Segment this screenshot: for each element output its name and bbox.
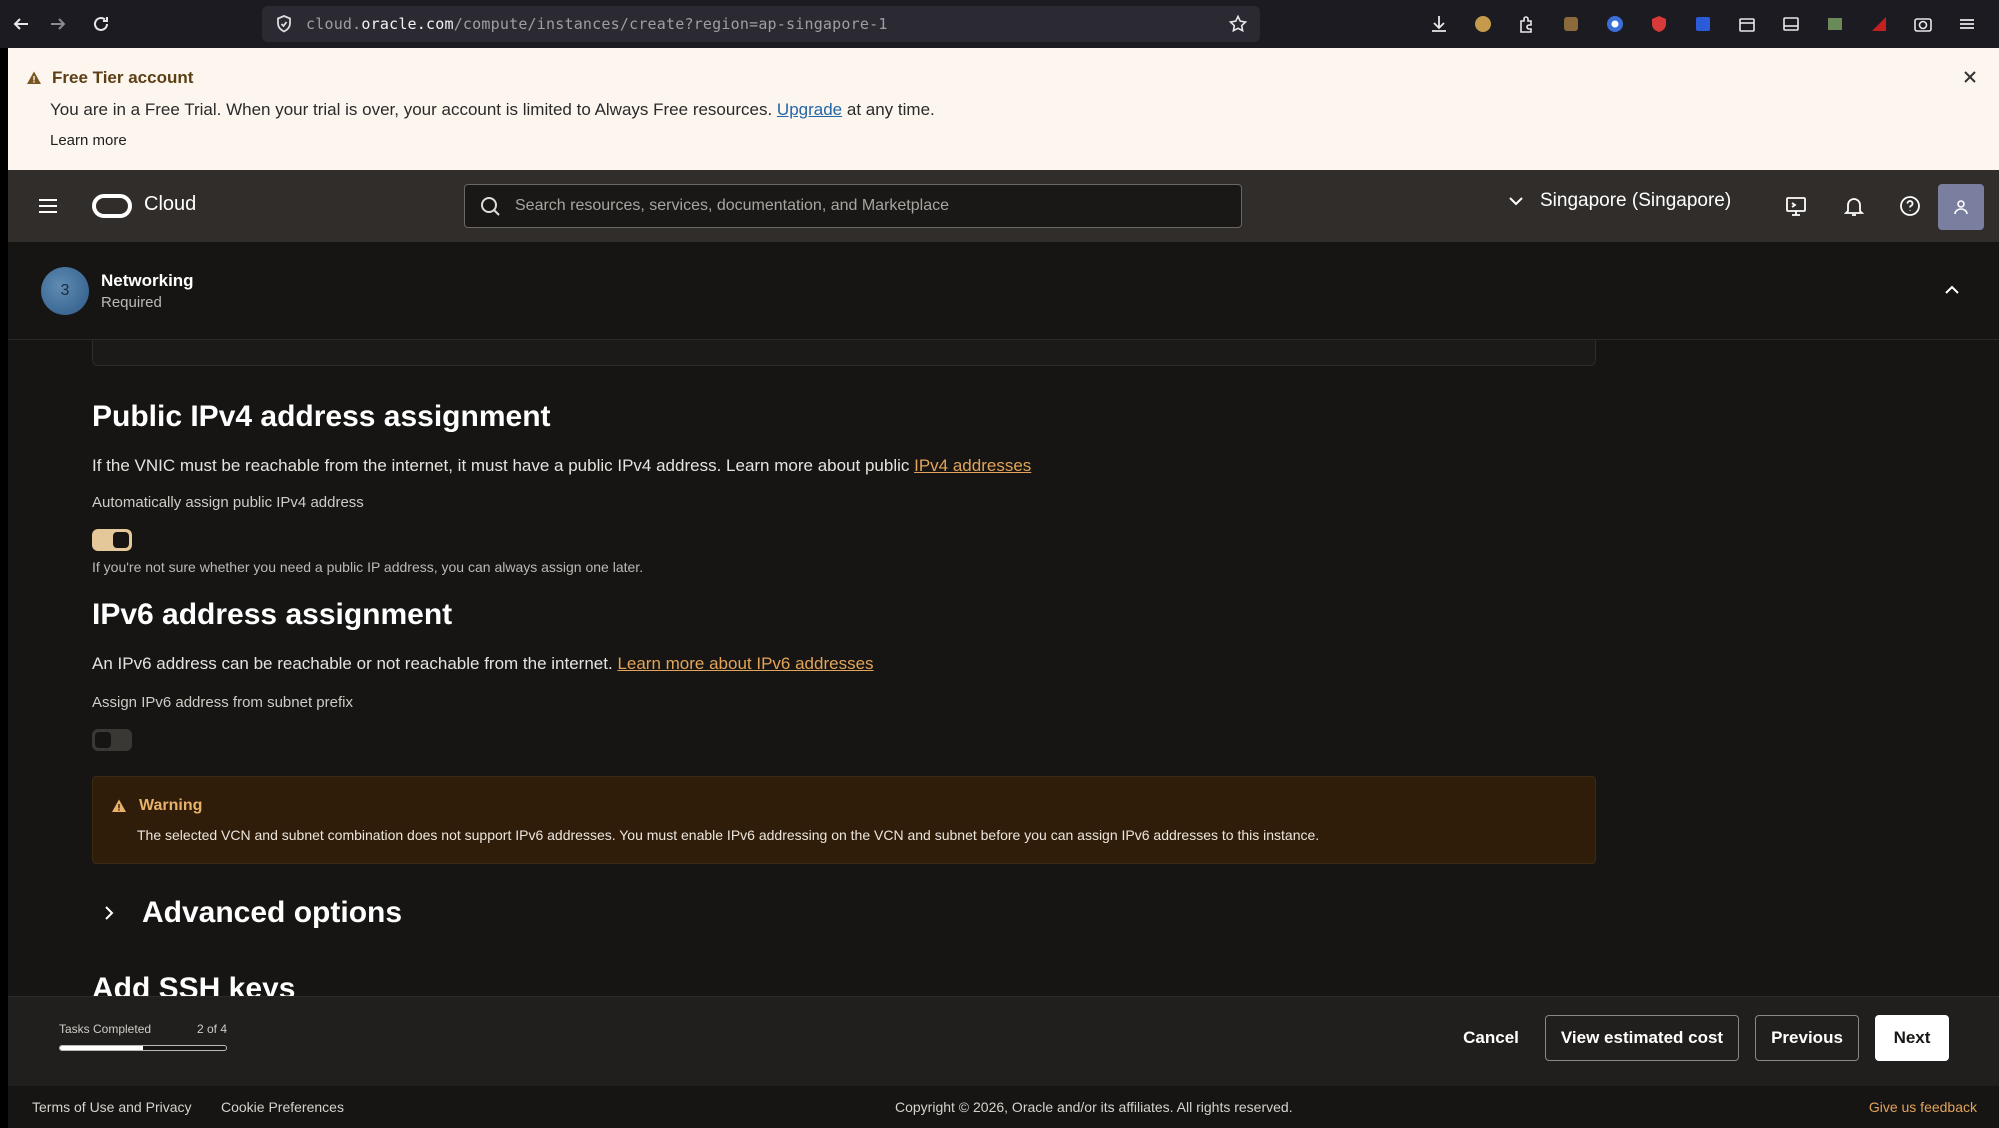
cloud-shell-icon[interactable] [1784, 194, 1808, 218]
extension-pdf[interactable] [1857, 2, 1901, 46]
ipv4-heading: Public IPv4 address assignment [92, 400, 551, 433]
extension-image[interactable] [1813, 2, 1857, 46]
ipv4-addresses-link[interactable]: IPv4 addresses [914, 456, 1031, 475]
search-icon [481, 197, 500, 216]
avatar[interactable] [1938, 184, 1984, 230]
terms-link[interactable]: Terms of Use and Privacy [32, 1099, 192, 1115]
extension-bitwarden[interactable] [1681, 2, 1725, 46]
page-footer: Terms of Use and Privacy Cookie Preferen… [8, 1086, 1999, 1128]
ipv4-description: If the VNIC must be reachable from the i… [92, 456, 1032, 475]
triangle-icon [1872, 17, 1886, 31]
next-button[interactable]: Next [1875, 1015, 1949, 1061]
view-estimated-cost-button[interactable]: View estimated cost [1545, 1015, 1739, 1061]
ipv6-assign-toggle[interactable] [92, 729, 132, 751]
warning-text: The selected VCN and subnet combination … [137, 827, 1320, 843]
downloads-button[interactable] [1417, 2, 1461, 46]
menu-icon [1960, 19, 1974, 29]
box-icon [1739, 18, 1755, 32]
progress-fill [60, 1046, 143, 1050]
cookie-preferences-link[interactable]: Cookie Preferences [221, 1099, 344, 1115]
wizard-action-bar: Tasks Completed 2 of 4 Cancel View estim… [8, 996, 1999, 1086]
region-selector[interactable]: Singapore (Singapore) [1506, 190, 1731, 212]
oracle-logo[interactable] [92, 194, 132, 218]
help-icon[interactable] [1898, 194, 1922, 218]
search-box[interactable] [464, 184, 1242, 228]
step-header[interactable]: 3 Networking Required [8, 242, 1999, 340]
reload-icon [94, 16, 108, 31]
extension-box[interactable] [1725, 2, 1769, 46]
free-tier-banner: Free Tier account You are in a Free Tria… [8, 48, 1999, 170]
extension-ublock[interactable] [1549, 2, 1593, 46]
extensions-bar [1417, 0, 1989, 48]
sidebar-button[interactable] [1769, 2, 1813, 46]
step-title: Networking [101, 271, 194, 290]
tasks-progress-bar [59, 1045, 227, 1051]
reload-button[interactable] [80, 4, 122, 44]
console-header: Cloud Singapore (Singapore) [8, 170, 1999, 242]
camera-icon [1914, 18, 1932, 32]
badge-icon [1564, 17, 1578, 31]
extension-orb[interactable] [1461, 2, 1505, 46]
ssh-keys-heading: Add SSH keys [92, 972, 296, 996]
shield-icon [277, 15, 291, 33]
step-number-badge: 3 [41, 267, 89, 315]
extension-red[interactable] [1637, 2, 1681, 46]
bookmark-star-icon[interactable] [1228, 14, 1248, 34]
previous-button[interactable]: Previous [1755, 1015, 1859, 1061]
previous-section-card [92, 340, 1596, 366]
url-text: cloud.oracle.com/compute/instances/creat… [306, 15, 888, 33]
copyright-text: Copyright © 2026, Oracle and/or its affi… [895, 1099, 1293, 1115]
address-bar[interactable]: cloud.oracle.com/compute/instances/creat… [262, 6, 1260, 42]
orb-icon [1475, 16, 1491, 32]
screenshot-button[interactable] [1901, 2, 1945, 46]
tasks-completed-count: 2 of 4 [197, 1022, 228, 1036]
bell-icon[interactable] [1842, 194, 1866, 218]
chevron-up-icon[interactable] [1941, 279, 1963, 301]
ipv6-learn-more-link[interactable]: Learn more about IPv6 addresses [617, 654, 873, 673]
region-label: Singapore (Singapore) [1540, 190, 1732, 211]
picture-icon [1828, 18, 1842, 30]
hamburger-menu-icon[interactable] [36, 194, 60, 218]
extension-blue[interactable] [1593, 2, 1637, 46]
close-icon[interactable] [1959, 66, 1981, 88]
user-icon [1954, 200, 1968, 215]
arrow-left-icon [13, 18, 28, 30]
ipv6-warning: Warning The selected VCN and subnet comb… [92, 776, 1596, 864]
advanced-options-toggle[interactable]: Advanced options [100, 896, 402, 930]
ipv4-toggle-label: Automatically assign public IPv4 address [92, 494, 364, 511]
banner-title: Free Tier account [26, 68, 193, 88]
ipv4-assign-toggle[interactable] [92, 529, 132, 551]
upgrade-link[interactable]: Upgrade [777, 100, 842, 119]
chevron-down-icon [1509, 197, 1523, 206]
ipv6-description: An IPv6 address can be reachable or not … [92, 654, 874, 673]
learn-more-link[interactable]: Learn more [50, 132, 127, 149]
chevron-right-icon [105, 906, 114, 920]
warning-title: Warning [111, 797, 202, 815]
sidebar-icon [1783, 17, 1799, 31]
feedback-link[interactable]: Give us feedback [1869, 1099, 1977, 1115]
warning-icon [112, 799, 126, 812]
download-icon [1432, 16, 1446, 32]
back-button[interactable] [0, 4, 42, 44]
arrow-right-icon [51, 18, 66, 30]
step-subtitle: Required [101, 294, 162, 311]
main-content: Public IPv4 address assignment If the VN… [8, 340, 1999, 996]
ipv4-hint: If you're not sure whether you need a pu… [92, 559, 644, 575]
tasks-completed-label: Tasks Completed [59, 1022, 152, 1036]
browser-toolbar: cloud.oracle.com/compute/instances/creat… [0, 0, 1999, 48]
banner-message: You are in a Free Trial. When your trial… [50, 100, 935, 119]
ipv6-toggle-label: Assign IPv6 address from subnet prefix [92, 694, 353, 711]
search-input[interactable] [515, 197, 1215, 215]
forward-button[interactable] [37, 4, 79, 44]
shield-red-icon [1652, 16, 1666, 32]
cloud-label[interactable]: Cloud [144, 193, 196, 216]
cancel-button[interactable]: Cancel [1444, 1015, 1538, 1061]
warning-icon [27, 71, 41, 84]
circle-icon [1607, 16, 1623, 32]
menu-button[interactable] [1945, 2, 1989, 46]
ipv6-heading: IPv6 address assignment [92, 598, 453, 631]
puzzle-icon [1520, 16, 1532, 33]
extensions-button[interactable] [1505, 2, 1549, 46]
square-icon [1696, 17, 1710, 31]
